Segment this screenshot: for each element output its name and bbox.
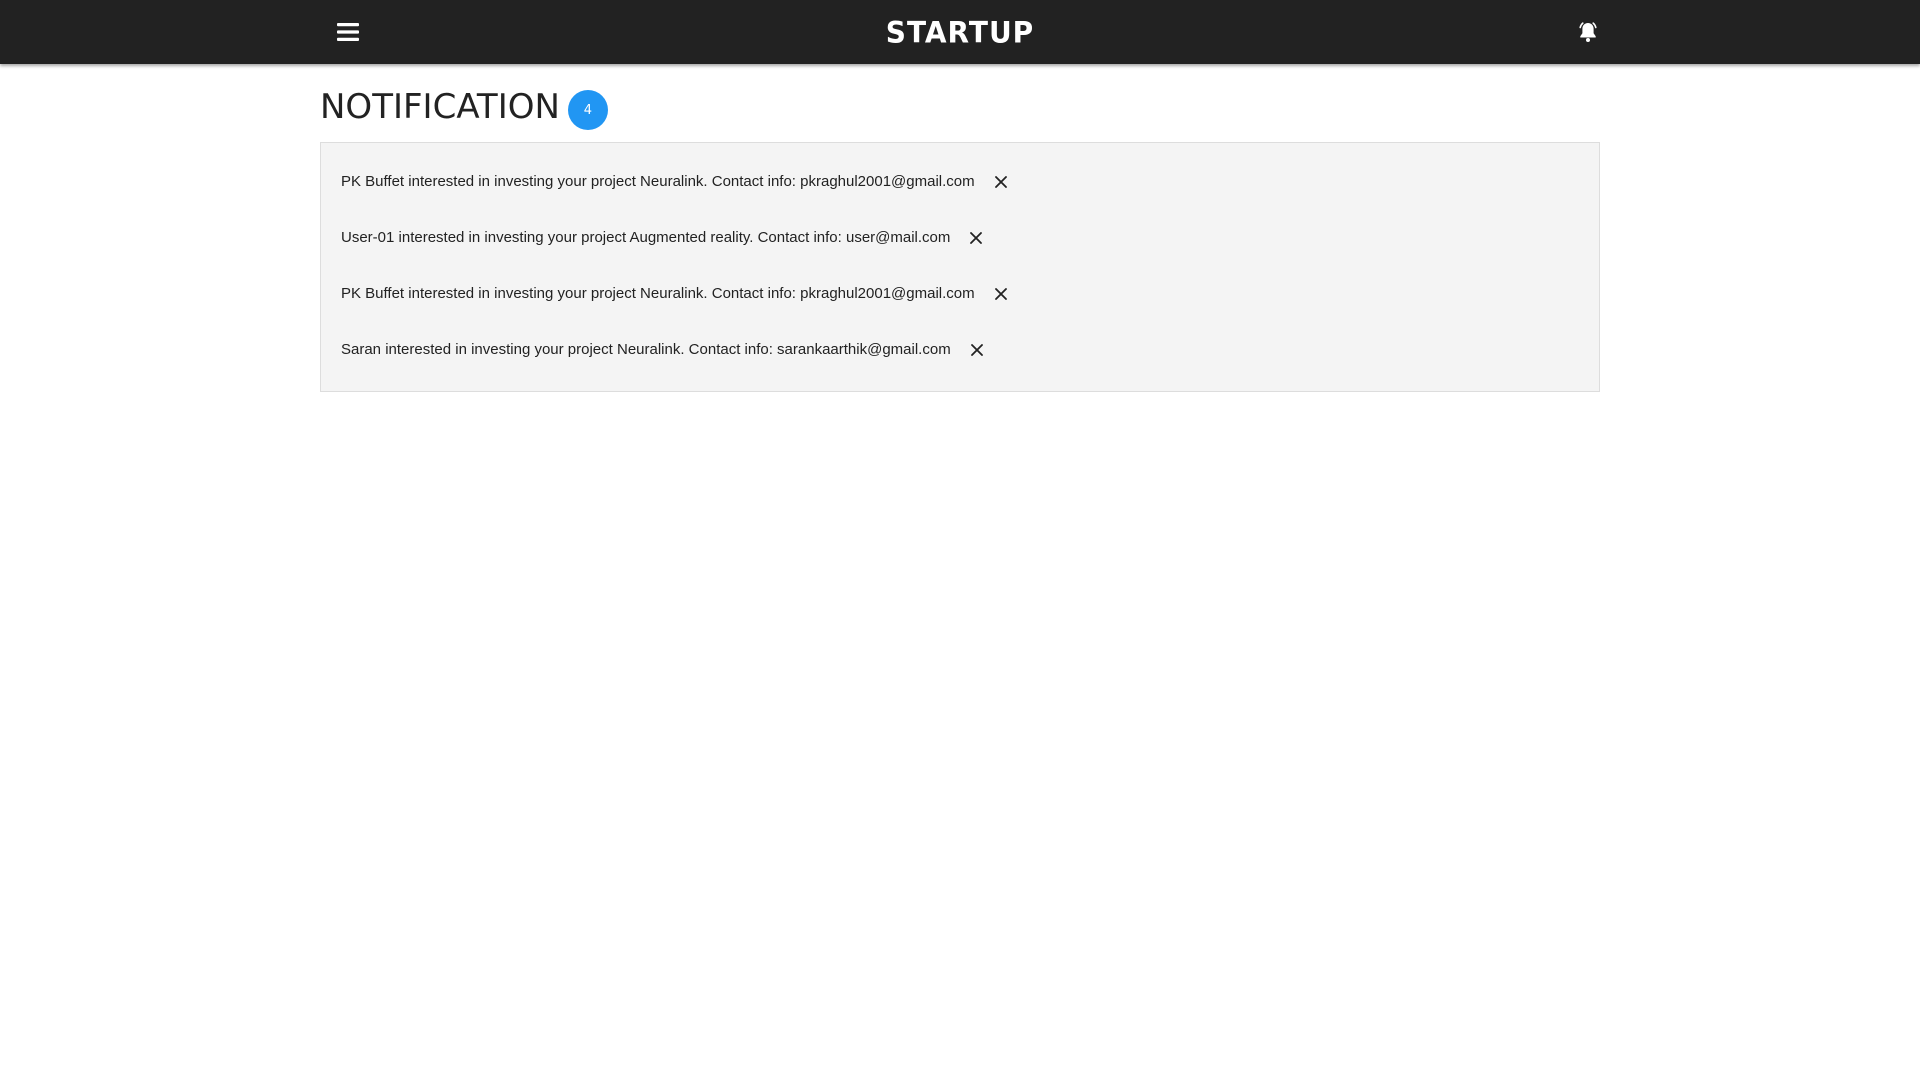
dismiss-notification-button[interactable]	[967, 340, 987, 360]
notification-item: Saran interested in investing your proje…	[321, 321, 1599, 377]
brand-name: STARTUP	[885, 14, 1035, 50]
notification-text: Saran interested in investing your proje…	[341, 340, 951, 358]
page-title: NOTIFICATION	[320, 87, 560, 127]
dismiss-notification-button[interactable]	[991, 284, 1011, 304]
notification-count-badge: 4	[567, 90, 608, 130]
close-icon	[970, 232, 983, 244]
top-navbar: STARTUP	[0, 0, 1920, 64]
dismiss-notification-button[interactable]	[966, 228, 986, 248]
brand-logo[interactable]: STARTUP	[0, 0, 1920, 64]
close-icon	[970, 344, 983, 356]
menu-button[interactable]	[326, 14, 370, 50]
notification-list: PK Buffet interested in investing your p…	[320, 142, 1600, 392]
notification-text: User-01 interested in investing your pro…	[341, 228, 951, 246]
notifications-button[interactable]	[1570, 14, 1606, 50]
notification-item: PK Buffet interested in investing your p…	[321, 153, 1599, 209]
dismiss-notification-button[interactable]	[991, 172, 1011, 192]
close-icon	[994, 176, 1007, 188]
main-content: NOTIFICATION 4 PK Buffet interested in i…	[320, 64, 1600, 392]
notification-text: PK Buffet interested in investing your p…	[341, 172, 975, 190]
notification-text: PK Buffet interested in investing your p…	[341, 284, 975, 302]
page-heading: NOTIFICATION 4	[320, 86, 1600, 130]
bell-icon	[1579, 22, 1597, 42]
notification-item: User-01 interested in investing your pro…	[321, 209, 1599, 265]
hamburger-menu-icon	[337, 23, 359, 41]
close-icon	[994, 288, 1007, 300]
notification-item: PK Buffet interested in investing your p…	[321, 265, 1599, 321]
